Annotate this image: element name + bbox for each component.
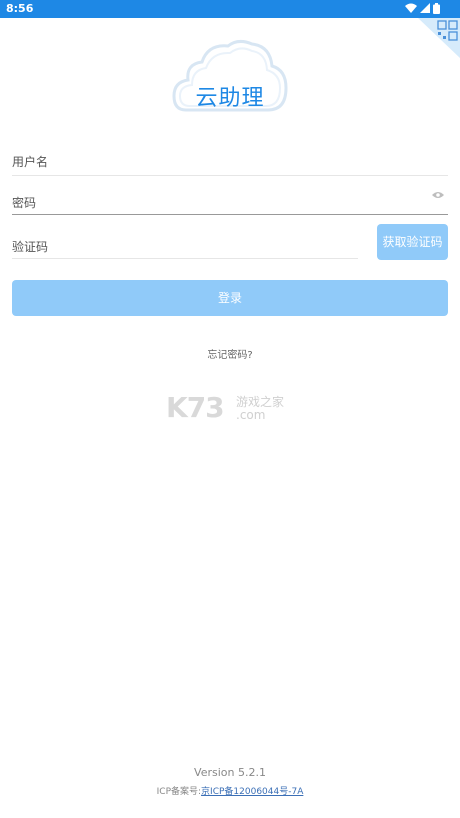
- icp-prefix: ICP备案号:: [156, 787, 202, 797]
- logo-text: 云助理: [195, 86, 265, 111]
- wifi-icon: [405, 3, 417, 13]
- qr-login-corner-icon[interactable]: [414, 18, 460, 58]
- get-code-button[interactable]: 获取验证码: [377, 224, 448, 260]
- status-icons: [405, 3, 440, 14]
- password-field[interactable]: 密码: [12, 186, 448, 215]
- status-bar: 8:56: [0, 0, 460, 18]
- captcha-field[interactable]: 验证码: [12, 230, 358, 259]
- signal-icon: [420, 3, 430, 13]
- password-placeholder: 密码: [12, 196, 37, 210]
- app-logo: 云助理: [172, 36, 288, 116]
- username-placeholder: 用户名: [12, 155, 49, 169]
- watermark-brand: K73: [166, 391, 225, 424]
- eye-icon[interactable]: [432, 191, 444, 199]
- username-field[interactable]: 用户名: [12, 145, 448, 176]
- icp-link[interactable]: 京ICP备12006044号-7A: [201, 787, 303, 797]
- forgot-password-link[interactable]: 忘记密码?: [0, 346, 460, 361]
- watermark-domain: .com: [236, 408, 266, 422]
- captcha-placeholder: 验证码: [12, 240, 49, 254]
- version-text: Version 5.2.1: [194, 766, 266, 779]
- icp-line: ICP备案号:京ICP备12006044号-7A: [0, 784, 460, 797]
- watermark-logo: K73 游戏之家 .com: [166, 391, 296, 425]
- status-time: 8:56: [6, 2, 34, 15]
- login-button[interactable]: 登录: [12, 280, 448, 316]
- battery-icon: [433, 3, 440, 14]
